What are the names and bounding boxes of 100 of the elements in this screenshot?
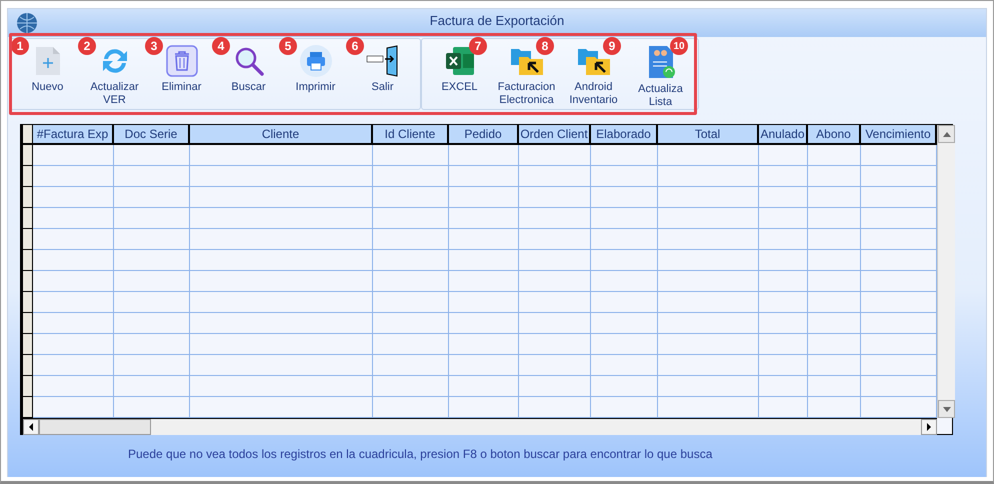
row-header[interactable] <box>23 397 33 418</box>
toolbar-button[interactable]: Salir 6 <box>349 39 416 109</box>
scroll-right-button[interactable] <box>921 419 937 435</box>
table-cell <box>519 145 591 166</box>
table-cell <box>759 292 808 313</box>
table-cell <box>519 355 591 376</box>
row-header[interactable] <box>23 229 33 250</box>
table-cell <box>519 250 591 271</box>
table-cell <box>591 145 658 166</box>
row-header[interactable] <box>23 208 33 229</box>
table-cell <box>759 376 808 397</box>
table-cell <box>759 355 808 376</box>
column-header[interactable]: Orden Client <box>519 125 591 145</box>
row-header[interactable] <box>23 145 33 166</box>
table-cell <box>808 376 861 397</box>
table-cell <box>759 334 808 355</box>
table-cell <box>449 208 519 229</box>
column-header[interactable]: Elaborado <box>591 125 658 145</box>
up-arrow-icon <box>942 132 950 136</box>
table-cell <box>519 271 591 292</box>
table-cell <box>519 229 591 250</box>
number-badge: 10 <box>670 37 688 55</box>
right-arrow-icon <box>927 423 931 431</box>
row-header[interactable] <box>23 166 33 187</box>
table-cell <box>519 313 591 334</box>
toolbar-button[interactable]: Android Inventario 9 <box>560 39 627 109</box>
number-badge: 9 <box>603 37 621 55</box>
row-header[interactable] <box>23 334 33 355</box>
down-arrow-icon <box>942 406 950 412</box>
toolbar-button[interactable]: Actualizar VER 2 <box>81 39 148 109</box>
table-cell <box>591 229 658 250</box>
table-cell <box>449 334 519 355</box>
toolbar-button[interactable]: Actualiza Lista 10 <box>627 39 694 109</box>
column-header[interactable]: Id Cliente <box>373 125 449 145</box>
table-cell <box>591 313 658 334</box>
table-cell <box>519 166 591 187</box>
toolbar-button[interactable]: Nuevo 1 <box>14 39 81 109</box>
table-cell <box>759 145 808 166</box>
scroll-left-button[interactable] <box>23 419 39 435</box>
horizontal-scrollbar[interactable] <box>23 418 937 435</box>
row-header[interactable] <box>23 187 33 208</box>
vertical-scrollbar[interactable] <box>937 125 955 418</box>
toolbar-button[interactable]: Imprimir 5 <box>282 39 349 109</box>
row-header[interactable] <box>23 376 33 397</box>
table-cell <box>449 187 519 208</box>
column-header[interactable]: Total <box>658 125 759 145</box>
row-header[interactable] <box>23 355 33 376</box>
table-cell <box>808 145 861 166</box>
scroll-down-button[interactable] <box>938 400 955 418</box>
column-header[interactable]: Abono <box>808 125 861 145</box>
column-header[interactable]: Pedido <box>449 125 519 145</box>
table-cell <box>759 187 808 208</box>
table-cell <box>591 187 658 208</box>
table-cell <box>519 187 591 208</box>
number-badge: 6 <box>346 37 364 55</box>
column-header[interactable]: Cliente <box>190 125 373 145</box>
column-header[interactable]: Vencimiento <box>861 125 937 145</box>
toolbar-button[interactable]: Eliminar 3 <box>148 39 215 109</box>
spreadsheet-icon <box>444 45 476 77</box>
table-cell <box>808 271 861 292</box>
table-cell <box>759 229 808 250</box>
row-header[interactable] <box>23 271 33 292</box>
row-header[interactable] <box>23 313 33 334</box>
exit-door-icon <box>364 45 400 77</box>
trash-icon <box>166 45 198 77</box>
table-cell <box>808 292 861 313</box>
table-cell <box>449 313 519 334</box>
number-badge: 3 <box>145 37 163 55</box>
left-arrow-icon <box>29 423 33 431</box>
column-header[interactable]: Doc Serie <box>114 125 190 145</box>
scroll-up-button[interactable] <box>938 125 955 143</box>
column-header[interactable]: #Factura Exp <box>33 125 114 145</box>
number-badge: 7 <box>469 37 487 55</box>
table-cell <box>591 208 658 229</box>
table-cell <box>808 334 861 355</box>
table-cell <box>591 292 658 313</box>
table-cell <box>449 376 519 397</box>
table-cell <box>759 166 808 187</box>
table-cell <box>759 208 808 229</box>
toolbar-button[interactable]: EXCEL 7 <box>426 39 493 109</box>
table-cell <box>808 250 861 271</box>
table-cell <box>449 271 519 292</box>
row-header[interactable] <box>23 292 33 313</box>
number-badge: 1 <box>11 37 29 55</box>
table-cell <box>591 166 658 187</box>
new-document-icon <box>34 45 62 77</box>
number-badge: 8 <box>536 37 554 55</box>
toolbar-button[interactable]: Buscar 4 <box>215 39 282 109</box>
window-title: Factura de Exportación <box>430 13 564 28</box>
scroll-thumb[interactable] <box>39 419 151 435</box>
column-header[interactable]: Anulado <box>759 125 808 145</box>
table-cell <box>759 271 808 292</box>
toolbar-button[interactable]: Facturacion Electronica 8 <box>493 39 560 109</box>
table-cell <box>449 166 519 187</box>
table-cell <box>808 229 861 250</box>
table-cell <box>449 250 519 271</box>
table-cell <box>808 355 861 376</box>
table-cell <box>449 145 519 166</box>
row-header[interactable] <box>23 250 33 271</box>
hint-text: Puede que no vea todos los registros en la cuadricula, presion F8 o boton buscar para encontrar lo que busca <box>128 447 714 461</box>
